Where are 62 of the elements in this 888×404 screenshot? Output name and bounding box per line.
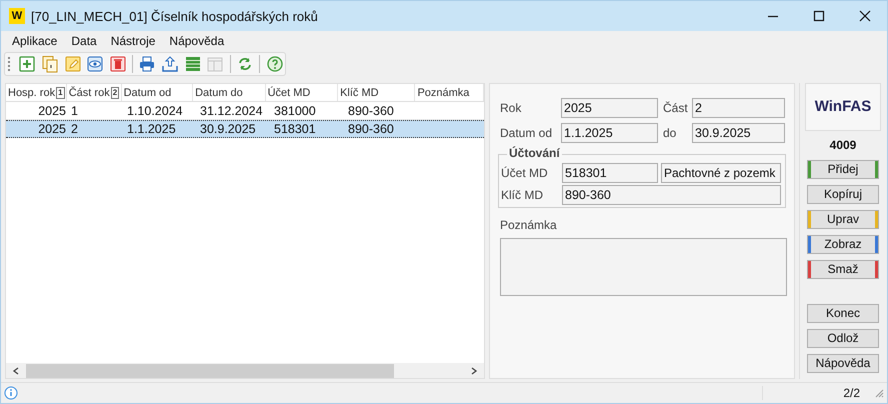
action-button[interactable]: Odlož <box>807 328 879 348</box>
input-field[interactable]: 890-360 <box>562 185 781 205</box>
sort-order-badge: 2 <box>110 86 120 98</box>
table-cell-text: 381000 <box>273 104 317 118</box>
action-button[interactable]: Přidej <box>807 160 879 179</box>
field-label: Účet MD <box>501 166 549 180</box>
column-header[interactable]: Datum od <box>122 84 194 101</box>
table-cell-text: 1.10.2024 <box>126 104 184 118</box>
action-button[interactable]: Smaž <box>807 260 879 279</box>
copy-tool-icon[interactable] <box>40 53 60 75</box>
menu-item[interactable]: Nástroje <box>104 34 162 48</box>
sort-order-badge: 1 <box>56 86 65 98</box>
note-field[interactable] <box>500 238 787 296</box>
table-cell-text: 31.12.2024 <box>199 104 264 118</box>
field-label: Část <box>662 101 689 115</box>
action-button[interactable]: Uprav <box>807 210 879 229</box>
table-cell-text: 1.1.2025 <box>126 122 177 136</box>
menu-item[interactable]: Data <box>64 34 104 48</box>
description-field: Pachtovné z pozemk <box>661 163 781 183</box>
maximize-icon <box>812 10 824 22</box>
field-label: Datum od <box>500 126 554 140</box>
resize-grip-icon[interactable] <box>874 388 884 398</box>
field-label: Klíč MD <box>501 188 544 202</box>
input-field[interactable]: 1.1.2025 <box>561 123 658 143</box>
record-count: 2/2 <box>762 386 868 400</box>
column-header[interactable]: Hosp. rok 1 <box>6 84 67 101</box>
action-button[interactable]: Konec <box>807 304 879 323</box>
horizontal-scrollbar[interactable] <box>6 363 484 378</box>
field-label: do <box>662 126 678 140</box>
table-cell-text: 30.9.2025 <box>199 122 257 136</box>
field-label: Poznámka <box>500 218 558 232</box>
table-cell-text: 2025 <box>37 122 67 136</box>
table-cell-text: 890-360 <box>347 122 395 136</box>
column-header[interactable]: Účet MD <box>266 84 338 101</box>
table-cell-text: 2 <box>70 122 79 136</box>
table-cell-text: 1 <box>70 104 79 118</box>
input-field[interactable]: 30.9.2025 <box>692 123 785 143</box>
input-field[interactable]: 2025 <box>561 98 658 118</box>
menu-item[interactable]: Aplikace <box>5 34 64 48</box>
group-title: Účtování <box>507 146 562 160</box>
scrollbar-thumb[interactable] <box>26 364 394 378</box>
column-header[interactable]: Klíč MD <box>338 84 416 101</box>
window-title: [70_LIN_MECH_01] Číselník hospodářských roků <box>31 8 318 24</box>
table-cell-text: 518301 <box>273 122 317 136</box>
table-cell-text: 890-360 <box>347 104 395 118</box>
record-number: 4009 <box>830 138 856 152</box>
action-button[interactable]: Kopíruj <box>807 184 879 204</box>
action-button[interactable]: Nápověda <box>807 354 879 373</box>
menu-item[interactable]: Nápověda <box>162 34 232 48</box>
close-icon <box>858 10 870 22</box>
logo: WinFAS <box>805 83 881 131</box>
column-header[interactable]: Poznámka <box>415 84 484 101</box>
column-header[interactable]: Část rok 2 <box>66 84 122 101</box>
info-icon[interactable] <box>4 386 18 400</box>
field-label: Rok <box>500 101 522 115</box>
action-button[interactable]: Zobraz <box>807 234 879 254</box>
app-logo: W <box>9 8 25 24</box>
input-field[interactable]: 2 <box>692 98 785 118</box>
column-header[interactable]: Datum do <box>193 84 266 101</box>
table-row[interactable]: 2025 2 1.1.2025 30.9.2025 518301 890-360 <box>6 120 484 138</box>
table-cell-text: 2025 <box>37 104 67 118</box>
input-field[interactable]: 518301 <box>562 163 658 183</box>
